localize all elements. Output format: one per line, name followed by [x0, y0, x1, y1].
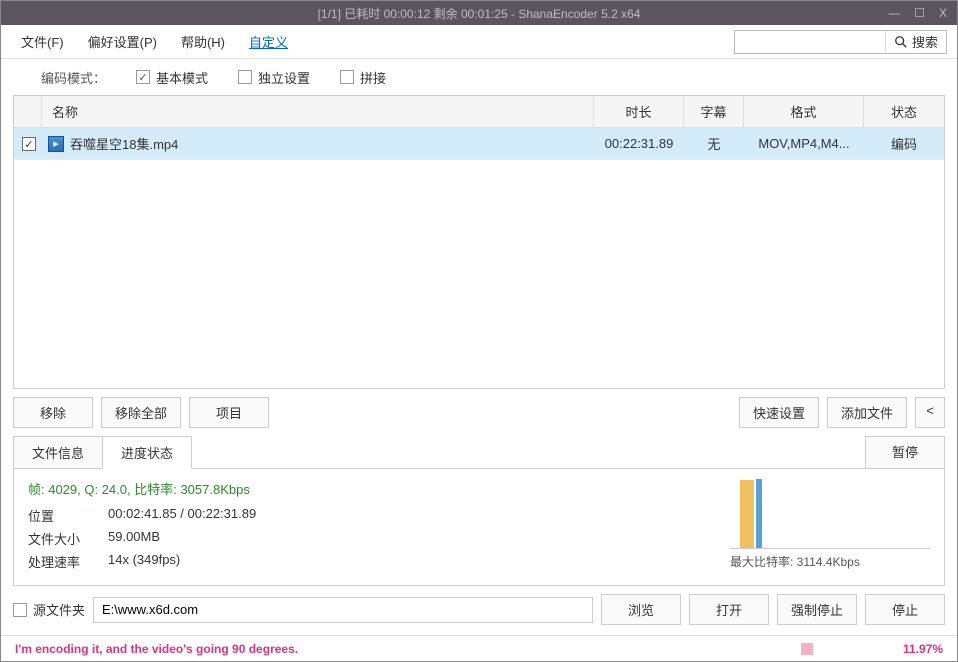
- check-icon: [136, 70, 150, 84]
- content-area: 名称 时长 字幕 格式 状态 吞噬星空18集.mp4 00:22:31.89 无…: [1, 95, 957, 635]
- mode-concat-checkbox[interactable]: 拼接: [340, 68, 386, 87]
- col-format[interactable]: 格式: [744, 96, 864, 127]
- col-status[interactable]: 状态: [864, 96, 944, 127]
- source-folder-checkbox[interactable]: 源文件夹: [13, 600, 85, 619]
- action-button-row: 移除 移除全部 项目 快速设置 添加文件 <: [13, 389, 945, 436]
- table-row[interactable]: 吞噬星空18集.mp4 00:22:31.89 无 MOV,MP4,M4... …: [14, 128, 944, 160]
- file-table: 名称 时长 字幕 格式 状态 吞噬星空18集.mp4 00:22:31.89 无…: [13, 95, 945, 389]
- filesize-label: 文件大小: [28, 529, 108, 548]
- encode-mode-label: 编码模式：: [41, 68, 106, 87]
- menu-help[interactable]: 帮助(H): [171, 28, 235, 55]
- window-title: [1/1] 已耗时 00:00:12 剩余 00:01:25 - ShanaEn…: [1, 5, 957, 22]
- row-filename: 吞噬星空18集.mp4: [70, 134, 178, 153]
- check-icon: [238, 70, 252, 84]
- remove-button[interactable]: 移除: [13, 397, 93, 428]
- search-box: 搜索: [734, 30, 947, 54]
- menu-file[interactable]: 文件(F): [11, 28, 74, 55]
- encode-mode-row: 编码模式： 基本模式 独立设置 拼接: [1, 59, 957, 95]
- output-path-input[interactable]: [93, 597, 593, 623]
- add-file-button[interactable]: 添加文件: [827, 397, 907, 428]
- app-window: [1/1] 已耗时 00:00:12 剩余 00:01:25 - ShanaEn…: [0, 0, 958, 662]
- quick-settings-button[interactable]: 快速设置: [739, 397, 819, 428]
- table-body: 吞噬星空18集.mp4 00:22:31.89 无 MOV,MP4,M4... …: [14, 128, 944, 388]
- maximize-button[interactable]: ☐: [914, 6, 925, 20]
- mode-individual-checkbox[interactable]: 独立设置: [238, 68, 310, 87]
- mode-basic-checkbox[interactable]: 基本模式: [136, 68, 208, 87]
- search-icon: [894, 35, 908, 49]
- titlebar: [1/1] 已耗时 00:00:12 剩余 00:01:25 - ShanaEn…: [1, 1, 957, 25]
- graph-bar: [740, 480, 754, 548]
- close-button[interactable]: X: [939, 6, 947, 20]
- pause-button[interactable]: 暂停: [865, 436, 945, 469]
- speed-label: 处理速率: [28, 552, 108, 571]
- info-tabs: 文件信息 进度状态 暂停: [13, 436, 945, 469]
- filesize-value: 59.00MB: [108, 529, 160, 548]
- source-folder-label: 源文件夹: [33, 600, 85, 619]
- status-indicator-icon: [801, 643, 813, 655]
- row-duration: 00:22:31.89: [594, 130, 684, 157]
- video-file-icon: [48, 136, 64, 152]
- graph-bar: [756, 479, 762, 548]
- max-bitrate-label: 最大比特率: 3114.4Kbps: [730, 553, 930, 570]
- col-subtitle[interactable]: 字幕: [684, 96, 744, 127]
- encode-stats-line: 帧: 4029, Q: 24.0, 比特率: 3057.8Kbps: [28, 479, 710, 498]
- col-check: [14, 96, 42, 127]
- collapse-button[interactable]: <: [915, 397, 945, 428]
- stop-button[interactable]: 停止: [865, 594, 945, 625]
- bitrate-graph: [730, 479, 930, 549]
- col-duration[interactable]: 时长: [594, 96, 684, 127]
- project-button[interactable]: 项目: [189, 397, 269, 428]
- tab-progress[interactable]: 进度状态: [102, 436, 192, 469]
- progress-percent: 11.97%: [903, 642, 943, 656]
- speed-value: 14x (349fps): [108, 552, 180, 571]
- row-checkbox[interactable]: [14, 130, 42, 158]
- search-button-label: 搜索: [912, 32, 938, 51]
- status-bar: I'm encoding it, and the video's going 9…: [1, 635, 957, 661]
- menubar: 文件(F) 偏好设置(P) 帮助(H) 自定义 搜索: [1, 25, 957, 59]
- menu-preferences[interactable]: 偏好设置(P): [78, 28, 167, 55]
- remove-all-button[interactable]: 移除全部: [101, 397, 181, 428]
- bitrate-graph-area: 最大比特率: 3114.4Kbps: [730, 479, 930, 575]
- search-input[interactable]: [735, 32, 885, 51]
- force-stop-button[interactable]: 强制停止: [777, 594, 857, 625]
- search-button[interactable]: 搜索: [885, 31, 946, 53]
- browse-button[interactable]: 浏览: [601, 594, 681, 625]
- output-row: 源文件夹 浏览 打开 强制停止 停止: [13, 586, 945, 635]
- open-button[interactable]: 打开: [689, 594, 769, 625]
- minimize-button[interactable]: —: [888, 6, 900, 20]
- check-icon: [340, 70, 354, 84]
- row-format: MOV,MP4,M4...: [744, 130, 864, 157]
- position-label: 位置: [28, 506, 108, 525]
- col-name[interactable]: 名称: [42, 96, 594, 127]
- row-status: 编码: [864, 128, 944, 159]
- tab-file-info[interactable]: 文件信息: [13, 436, 103, 469]
- progress-panel: 帧: 4029, Q: 24.0, 比特率: 3057.8Kbps 位置00:0…: [13, 468, 945, 586]
- row-subtitle: 无: [684, 128, 744, 159]
- window-controls: — ☐ X: [888, 6, 957, 20]
- menu-custom[interactable]: 自定义: [239, 28, 298, 55]
- status-message: I'm encoding it, and the video's going 9…: [15, 642, 298, 656]
- check-icon: [22, 137, 36, 151]
- position-value: 00:02:41.85 / 00:22:31.89: [108, 506, 256, 525]
- table-header: 名称 时长 字幕 格式 状态: [14, 96, 944, 128]
- check-icon: [13, 603, 27, 617]
